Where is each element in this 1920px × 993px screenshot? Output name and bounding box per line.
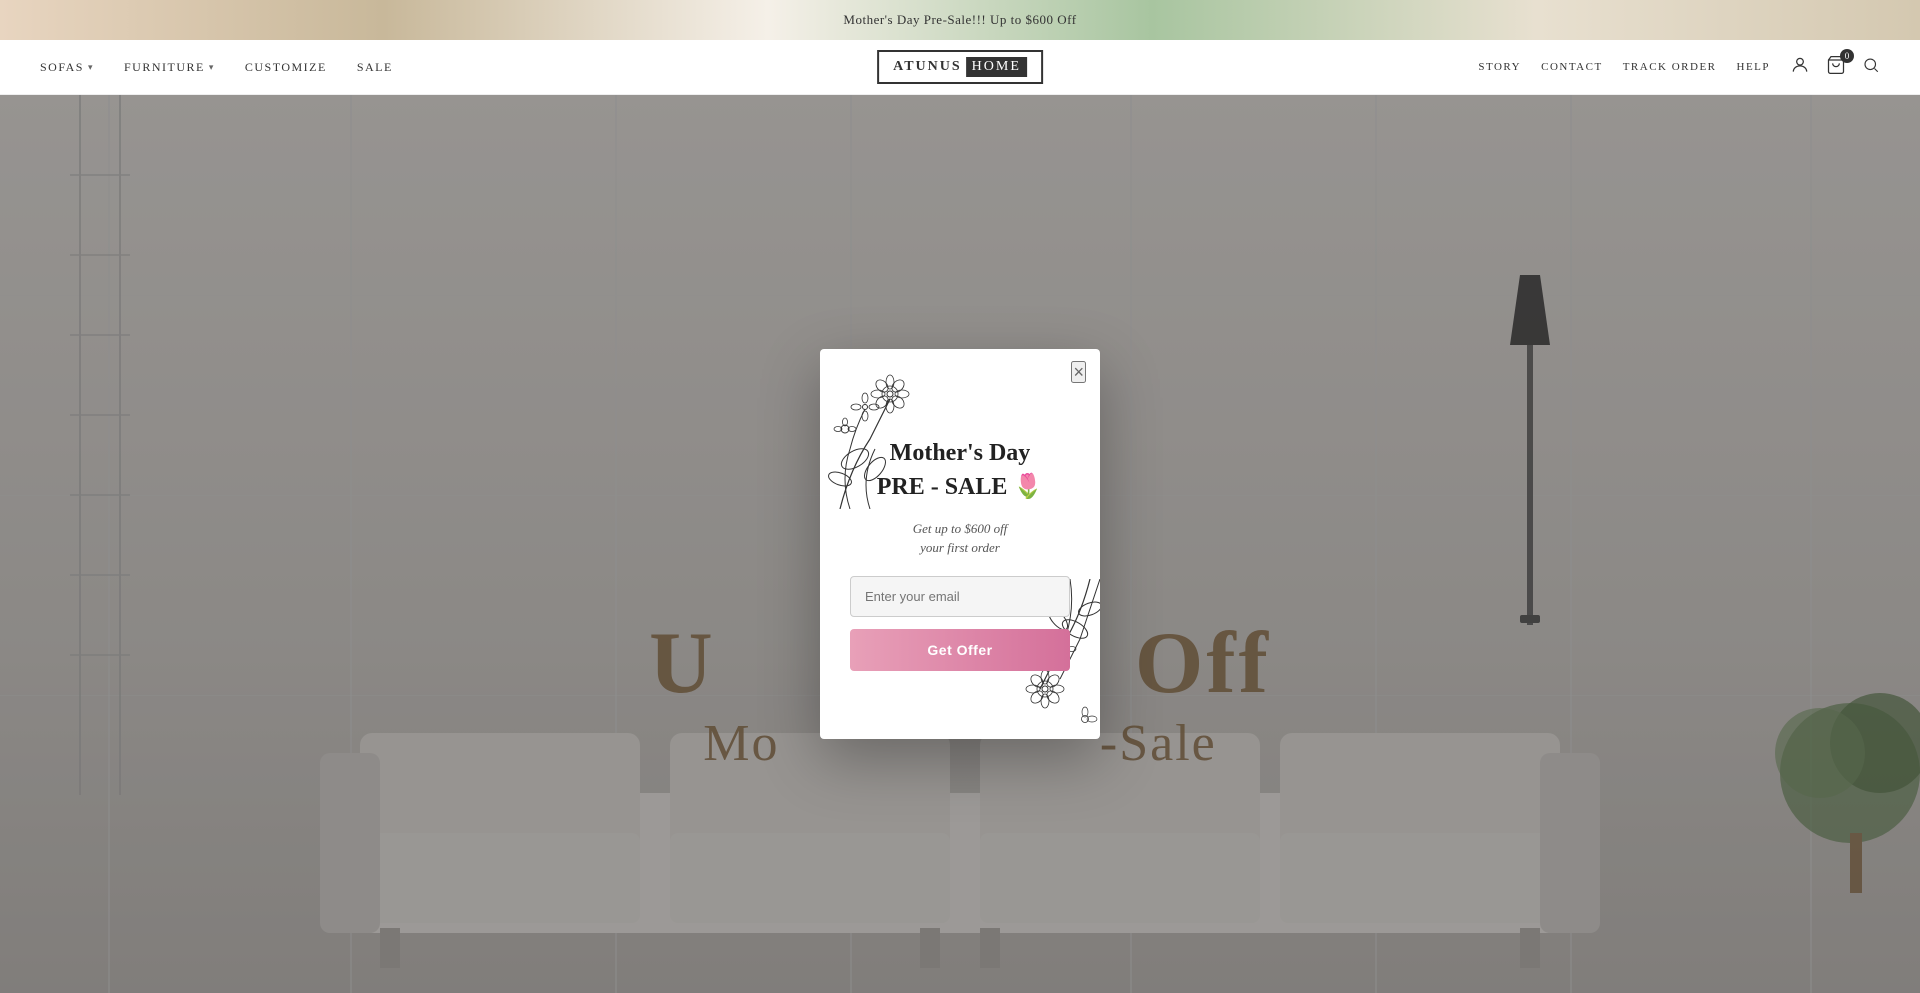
- nav-story[interactable]: STORY: [1478, 61, 1521, 73]
- modal-content: Mother's Day PRE - SALE 🌷 Get up to $600…: [850, 439, 1070, 671]
- modal-title-line2: PRE - SALE 🌷: [850, 472, 1070, 501]
- modal: ×: [820, 349, 1100, 739]
- nav-sale[interactable]: SALE: [357, 60, 393, 75]
- get-offer-button[interactable]: Get Offer: [850, 629, 1070, 671]
- nav-customize[interactable]: CUSTOMIZE: [245, 60, 327, 75]
- cart-icon[interactable]: 0: [1826, 55, 1846, 80]
- nav-furniture[interactable]: FURNITURE ▾: [124, 60, 215, 75]
- nav-track-order[interactable]: TRACK ORDER: [1623, 61, 1717, 73]
- nav-left: SOFAS ▾ FURNITURE ▾ CUSTOMIZE SALE: [40, 60, 393, 75]
- modal-subtitle: Get up to $600 off your first order: [850, 519, 1070, 558]
- hero-section: U p to $600 Off Mother's Day Pre-Sale: [0, 95, 1920, 993]
- nav-right: STORY CONTACT TRACK ORDER HELP: [1478, 61, 1770, 73]
- announcement-bar: Mother's Day Pre-Sale!!! Up to $600 Off: [0, 0, 1920, 40]
- email-input[interactable]: [850, 576, 1070, 617]
- logo-text-atunus: ATUNUS: [893, 59, 962, 75]
- header-right: STORY CONTACT TRACK ORDER HELP 0: [1478, 55, 1880, 80]
- header-icons: 0: [1790, 55, 1880, 80]
- nav-sofas[interactable]: SOFAS ▾: [40, 60, 94, 75]
- modal-close-button[interactable]: ×: [1071, 361, 1086, 383]
- modal-overlay: ×: [0, 95, 1920, 993]
- search-icon[interactable]: [1862, 56, 1880, 79]
- site-logo[interactable]: ATUNUS HOME: [877, 50, 1043, 84]
- nav-help[interactable]: HELP: [1737, 61, 1771, 73]
- modal-title-line1: Mother's Day: [850, 439, 1070, 468]
- nav-contact[interactable]: CONTACT: [1541, 61, 1603, 73]
- cart-count: 0: [1840, 49, 1854, 63]
- header: SOFAS ▾ FURNITURE ▾ CUSTOMIZE SALE ATUNU…: [0, 40, 1920, 95]
- logo-text-home: HOME: [966, 57, 1027, 77]
- account-icon[interactable]: [1790, 55, 1810, 80]
- announcement-text: Mother's Day Pre-Sale!!! Up to $600 Off: [843, 12, 1076, 28]
- chevron-down-icon: ▾: [88, 62, 94, 73]
- chevron-down-icon: ▾: [209, 62, 215, 73]
